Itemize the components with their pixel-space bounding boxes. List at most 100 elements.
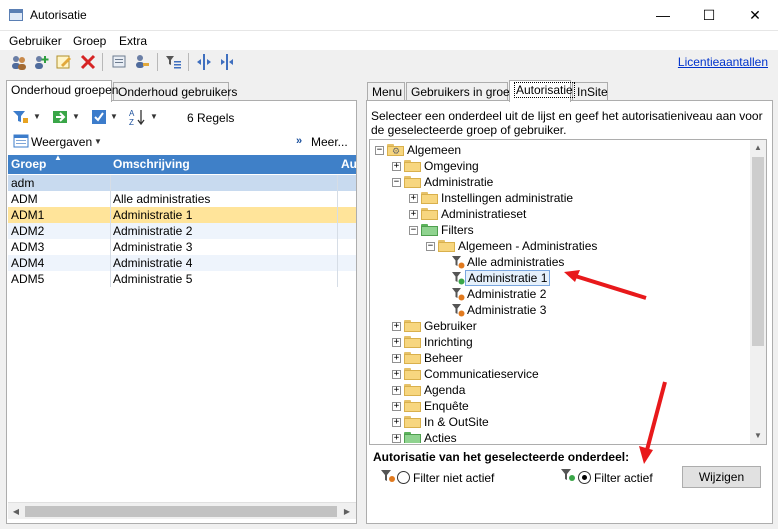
chevron-down-icon[interactable]: ▼	[150, 112, 158, 121]
radio-filter-inactive-label: Filter niet actief	[413, 471, 495, 485]
tree-node-label: Administratieset	[441, 207, 527, 221]
table-row[interactable]: ADM Alle administraties	[8, 191, 356, 207]
expand-icon[interactable]: +	[409, 194, 418, 203]
filter-row[interactable]: adm	[8, 175, 356, 191]
expand-icon[interactable]: +	[392, 434, 401, 443]
tree-node[interactable]: + Gebruiker	[370, 318, 748, 334]
filter-active-icon	[561, 469, 575, 481]
table-row[interactable]: ADM5 Administratie 5	[8, 271, 356, 287]
expand-icon[interactable]: +	[392, 418, 401, 427]
tree-node[interactable]: + Omgeving	[370, 158, 748, 174]
tree-node[interactable]: + Inrichting	[370, 334, 748, 350]
tree-node[interactable]: Administratie 3	[370, 302, 748, 318]
expand-icon[interactable]: +	[392, 338, 401, 347]
filter-input-groep[interactable]: adm	[11, 175, 34, 191]
expand-icon[interactable]: +	[392, 402, 401, 411]
collapse-icon[interactable]: −	[375, 146, 384, 155]
tree-node[interactable]: − ⚙ Algemeen	[370, 142, 748, 158]
green-folder-icon	[404, 432, 421, 443]
expand-icon[interactable]: +	[392, 370, 401, 379]
tree-node[interactable]: + In & OutSite	[370, 414, 748, 430]
filter-list-icon[interactable]	[164, 53, 182, 71]
add-user-icon[interactable]	[32, 53, 50, 71]
scrollbar-thumb[interactable]	[752, 157, 764, 346]
tree-node[interactable]: − Algemeen - Administraties	[370, 238, 748, 254]
tree-node[interactable]: − Administratie	[370, 174, 748, 190]
minimize-button[interactable]: —	[640, 0, 686, 31]
scroll-up-icon[interactable]: ▲	[751, 141, 765, 154]
radio-filter-inactive[interactable]	[397, 471, 410, 484]
split-icon[interactable]	[195, 53, 213, 71]
tab-menu[interactable]: Menu	[367, 82, 405, 102]
change-button[interactable]: Wijzigen	[682, 466, 761, 488]
tab-onderhoud-groepen[interactable]: Onderhoud groepen	[6, 80, 118, 102]
expand-icon[interactable]: +	[392, 162, 401, 171]
tab-insite[interactable]: InSite	[572, 82, 608, 102]
scrollbar-thumb[interactable]	[25, 506, 337, 517]
collapse-icon[interactable]: −	[392, 178, 401, 187]
key-icon[interactable]	[133, 53, 151, 71]
filter-icon[interactable]	[12, 109, 30, 125]
arrow-right-icon[interactable]	[52, 109, 70, 125]
sort-az-icon[interactable]: AZ	[128, 108, 146, 126]
collapse-icon[interactable]: −	[409, 226, 418, 235]
edit-icon[interactable]	[55, 53, 73, 71]
menu-groep[interactable]: Groep	[73, 34, 106, 48]
double-chevron-right-icon: »	[296, 135, 303, 147]
chevron-down-icon[interactable]: ▼	[72, 112, 80, 121]
authorization-section-label: Autorisatie van het geselecteerde onderd…	[373, 450, 630, 464]
tree-node[interactable]: + Enquête	[370, 398, 748, 414]
checkbox-icon[interactable]	[91, 109, 107, 125]
tree-node[interactable]: Administratie 1	[370, 270, 748, 286]
tree-node[interactable]: + Administratieset	[370, 206, 748, 222]
tree-node[interactable]: + Acties	[370, 430, 748, 443]
maximize-button[interactable]: ☐	[686, 0, 732, 31]
tree-node-label: Algemeen - Administraties	[458, 239, 598, 253]
chevron-down-icon[interactable]: ▼	[110, 112, 118, 121]
tree-node[interactable]: − Filters	[370, 222, 748, 238]
scroll-right-icon[interactable]: ▶	[340, 505, 354, 518]
filter-active-icon	[452, 272, 465, 285]
table-row-selected[interactable]: ADM1 Administratie 1	[8, 207, 356, 223]
views-icon[interactable]	[13, 134, 29, 148]
table-row[interactable]: ADM2 Administratie 2	[8, 223, 356, 239]
tree-node[interactable]: + Agenda	[370, 382, 748, 398]
chevron-down-icon[interactable]: ▼	[33, 112, 41, 121]
tree-node[interactable]: + Beheer	[370, 350, 748, 366]
delete-icon[interactable]	[79, 53, 97, 71]
scroll-down-icon[interactable]: ▼	[751, 429, 765, 442]
chevron-down-icon[interactable]: ▼	[94, 137, 102, 146]
expand-icon[interactable]: +	[392, 386, 401, 395]
menu-extra[interactable]: Extra	[119, 34, 147, 48]
print-icon[interactable]	[110, 53, 128, 71]
radio-filter-active[interactable]	[578, 471, 591, 484]
folder-icon	[404, 336, 421, 348]
tab-gebruikers-in-groep[interactable]: Gebruikers in groep	[406, 82, 516, 102]
vertical-scrollbar[interactable]: ▲ ▼	[750, 140, 766, 444]
tab-autorisatie[interactable]: Autorisatie	[509, 80, 575, 102]
tree-node[interactable]: + Communicatieservice	[370, 366, 748, 382]
expand-icon[interactable]: +	[392, 322, 401, 331]
tree-node-label: Inrichting	[424, 335, 473, 349]
scroll-left-icon[interactable]: ◀	[9, 505, 23, 518]
more-button[interactable]: Meer...	[311, 135, 348, 149]
users-icon[interactable]	[10, 53, 28, 71]
collapse-icon[interactable]: −	[426, 242, 435, 251]
split-horizontal-icon[interactable]	[218, 53, 236, 71]
license-link[interactable]: Licentieaantallen	[678, 55, 768, 69]
expand-icon[interactable]: +	[392, 354, 401, 363]
table-row[interactable]: ADM3 Administratie 3	[8, 239, 356, 255]
expand-icon[interactable]: +	[409, 210, 418, 219]
tree-node[interactable]: + Instellingen administratie	[370, 190, 748, 206]
views-button[interactable]: Weergaven	[31, 135, 92, 149]
column-au[interactable]: Au	[341, 157, 357, 171]
column-omschrijving[interactable]: Omschrijving	[113, 157, 190, 171]
horizontal-scrollbar[interactable]: ◀ ▶	[8, 502, 356, 519]
table-row[interactable]: ADM4 Administratie 4	[8, 255, 356, 271]
tree-node[interactable]: Alle administraties	[370, 254, 748, 270]
tab-onderhoud-gebruikers[interactable]: Onderhoud gebruikers	[113, 82, 237, 102]
column-groep[interactable]: Groep	[11, 157, 46, 171]
close-button[interactable]: ✕	[732, 0, 778, 31]
tree-node[interactable]: Administratie 2	[370, 286, 748, 302]
menu-gebruiker[interactable]: Gebruiker	[9, 34, 62, 48]
